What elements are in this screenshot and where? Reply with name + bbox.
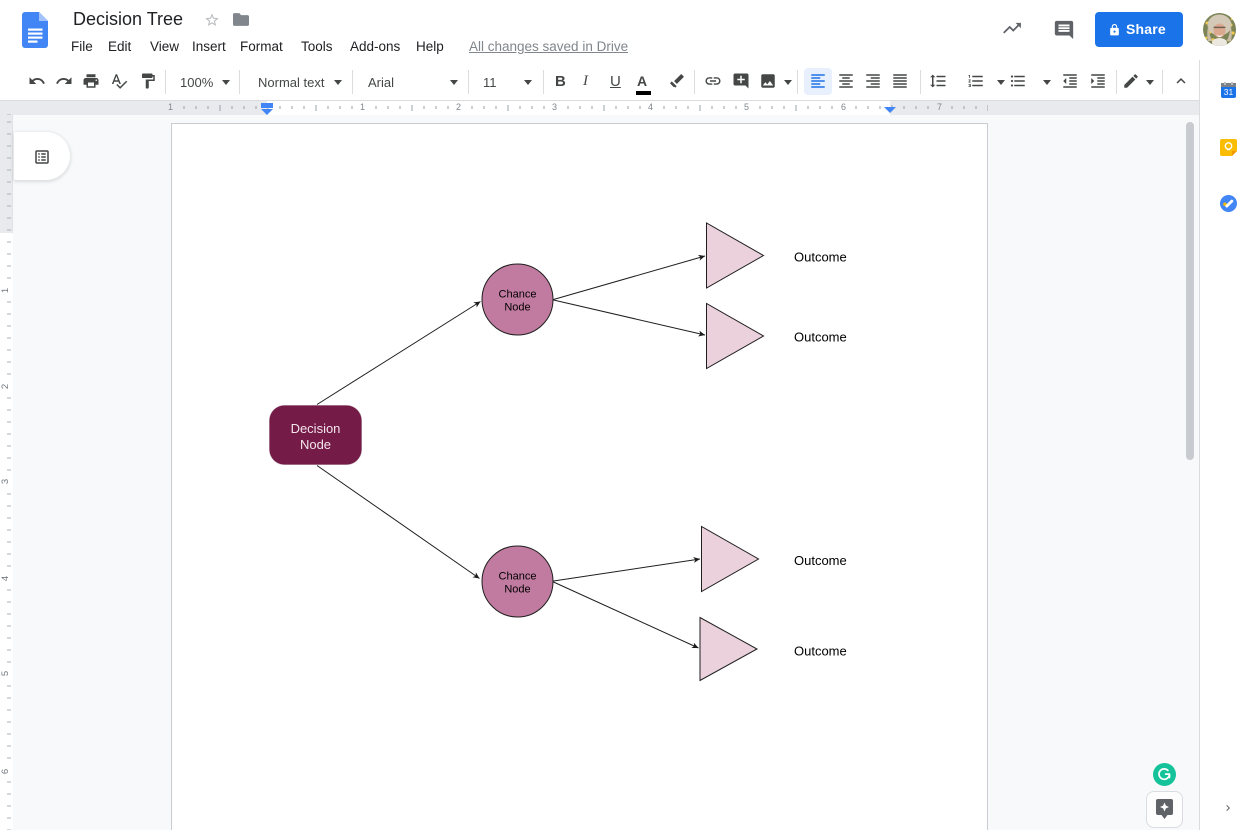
svg-text:Outcome: Outcome — [794, 250, 847, 265]
svg-text:Outcome: Outcome — [794, 644, 847, 659]
svg-text:Node: Node — [504, 584, 530, 596]
svg-text:Outcome: Outcome — [794, 553, 847, 568]
svg-text:Chance: Chance — [499, 571, 537, 583]
svg-text:Node: Node — [300, 437, 331, 452]
svg-text:Decision: Decision — [291, 421, 341, 436]
svg-text:31: 31 — [1224, 87, 1234, 97]
svg-text:Node: Node — [504, 302, 530, 314]
svg-text:Outcome: Outcome — [794, 330, 847, 345]
svg-text:Chance: Chance — [499, 289, 537, 301]
